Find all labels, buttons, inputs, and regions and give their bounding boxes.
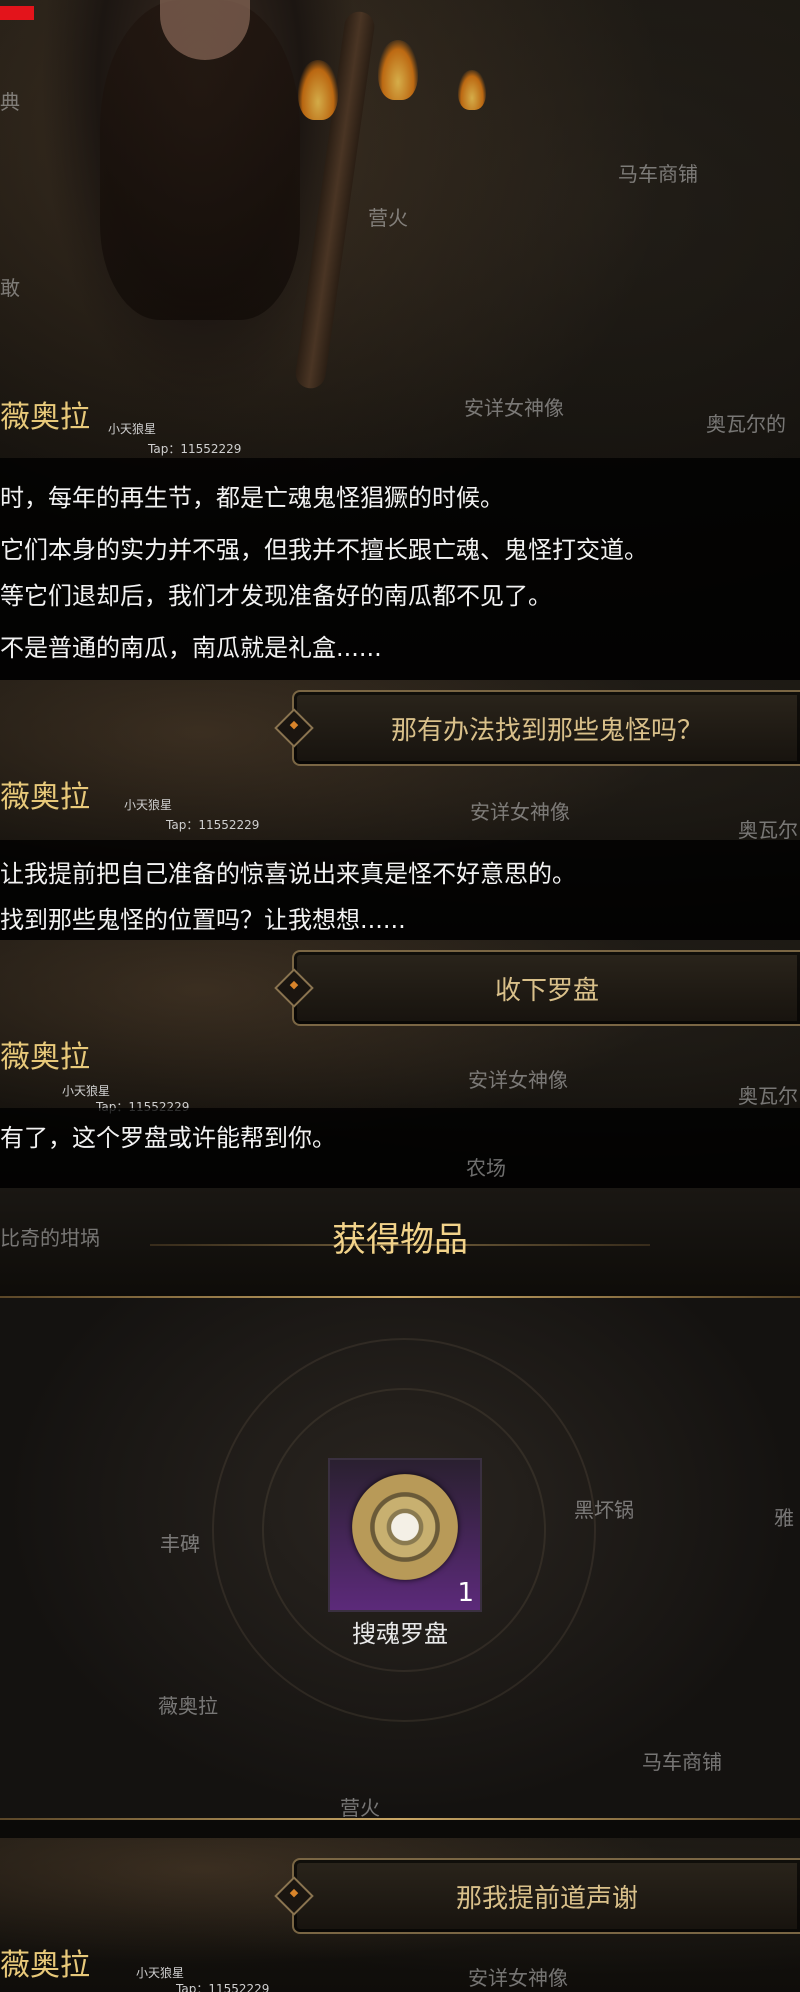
- watermark-name: 小天狼星: [136, 1966, 185, 1980]
- campfire-icon: [298, 60, 338, 120]
- reward-item-slot[interactable]: 1: [328, 1458, 482, 1612]
- watermark-name: 小天狼星: [124, 798, 173, 812]
- map-label-carriage-shop[interactable]: 马车商铺: [618, 158, 698, 187]
- choice-button-thanks[interactable]: 那我提前道声谢: [274, 1858, 800, 1934]
- speaker-name: 薇奥拉: [0, 780, 90, 815]
- dialog-line: 不是普通的南瓜，南瓜就是礼盒......: [0, 634, 382, 662]
- scene-panel-1: 马车商铺 营火 安详女神像 奥瓦尔的 典 敢 薇奥拉 小天狼星 Tap：1155…: [0, 0, 800, 680]
- map-label-ya[interactable]: 雅: [774, 1502, 794, 1531]
- campfire-icon: [458, 70, 486, 110]
- map-label-owal[interactable]: 奥瓦尔: [738, 1080, 798, 1109]
- map-label-monument[interactable]: 丰碑: [160, 1528, 200, 1557]
- map-label-goddess-statue[interactable]: 安详女神像: [468, 1064, 568, 1093]
- dialog-box[interactable]: 时，每年的再生节，都是亡魂鬼怪猖獗的时候。 它们本身的实力并不强，但我并不擅长跟…: [0, 458, 800, 680]
- edge-label: 典: [0, 90, 20, 114]
- red-flag-icon: [0, 6, 34, 20]
- map-label-goddess-statue[interactable]: 安详女神像: [464, 392, 564, 421]
- gold-divider: [0, 1818, 800, 1820]
- choice-label: 那我提前道声谢: [455, 1883, 638, 1914]
- map-label-owal[interactable]: 奥瓦尔的: [706, 408, 786, 437]
- watermark-tap: Tap：11552229: [176, 1982, 270, 1992]
- dialog-line: 时，每年的再生节，都是亡魂鬼怪猖獗的时候。: [0, 484, 504, 512]
- edge-label: 敢: [0, 276, 20, 300]
- dialog-line: 让我提前把自己准备的惊喜说出来真是怪不好意思的。: [0, 860, 576, 888]
- dialog-line: 等它们退却后，我们才发现准备好的南瓜都不见了。: [0, 582, 552, 610]
- item-count: 1: [457, 1578, 474, 1608]
- dialog-box[interactable]: 让我提前把自己准备的惊喜说出来真是怪不好意思的。 找到那些鬼怪的位置吗？让我想想…: [0, 840, 800, 940]
- map-label-campfire[interactable]: 营火: [340, 1792, 380, 1821]
- watermark-name: 小天狼星: [62, 1084, 111, 1098]
- map-label-carriage-shop[interactable]: 马车商铺: [642, 1746, 722, 1775]
- dialog-line: 它们本身的实力并不强，但我并不擅长跟亡魂、鬼怪打交道。: [0, 536, 648, 564]
- watermark-name: 小天狼星: [108, 422, 157, 436]
- map-label-goddess-statue[interactable]: 安详女神像: [470, 796, 570, 825]
- choice-label: 收下罗盘: [494, 975, 599, 1006]
- compass-icon: [342, 1464, 468, 1590]
- map-label-owal[interactable]: 奥瓦尔: [738, 814, 798, 843]
- map-label-goddess-statue[interactable]: 安详女神像: [468, 1962, 568, 1991]
- speaker-name: 薇奥拉: [0, 1948, 90, 1983]
- speaker-name: 薇奥拉: [0, 400, 90, 435]
- choice-button-take-compass[interactable]: 收下罗盘: [274, 950, 800, 1026]
- dialog-box[interactable]: 有了，这个罗盘或许能帮到你。: [0, 1108, 800, 1188]
- map-label-campfire[interactable]: 营火: [368, 202, 408, 231]
- watermark-tap: Tap：11552229: [148, 442, 242, 456]
- speaker-name: 薇奥拉: [0, 1040, 90, 1075]
- choice-label: 那有办法找到那些鬼怪吗？: [390, 715, 703, 746]
- scene-panel-3: 收下罗盘 薇奥拉 小天狼星 Tap：11552229 安详女神像 奥瓦尔 有了，…: [0, 940, 800, 1188]
- choice-button-find-ghosts[interactable]: 那有办法找到那些鬼怪吗？: [274, 690, 800, 766]
- item-name: 搜魂罗盘: [352, 1620, 448, 1648]
- map-label-farm[interactable]: 农场: [466, 1152, 506, 1181]
- map-label-black-pot[interactable]: 黑坏锅: [574, 1494, 634, 1523]
- map-label-viola[interactable]: 薇奥拉: [158, 1690, 218, 1719]
- reward-header: 获得物品: [0, 1188, 800, 1298]
- watermark-tap: Tap：11552229: [166, 818, 260, 832]
- dialog-line: 找到那些鬼怪的位置吗？让我想想......: [0, 906, 406, 934]
- campfire-icon: [378, 40, 418, 100]
- dialog-line: 有了，这个罗盘或许能帮到你。: [0, 1124, 336, 1152]
- scene-panel-2: 那有办法找到那些鬼怪吗？ 薇奥拉 小天狼星 Tap：11552229 安详女神像…: [0, 680, 800, 940]
- reward-title: 获得物品: [332, 1220, 468, 1260]
- scene-panel-4: 那我提前道声谢 薇奥拉 小天狼星 Tap：11552229 安详女神像: [0, 1838, 800, 1992]
